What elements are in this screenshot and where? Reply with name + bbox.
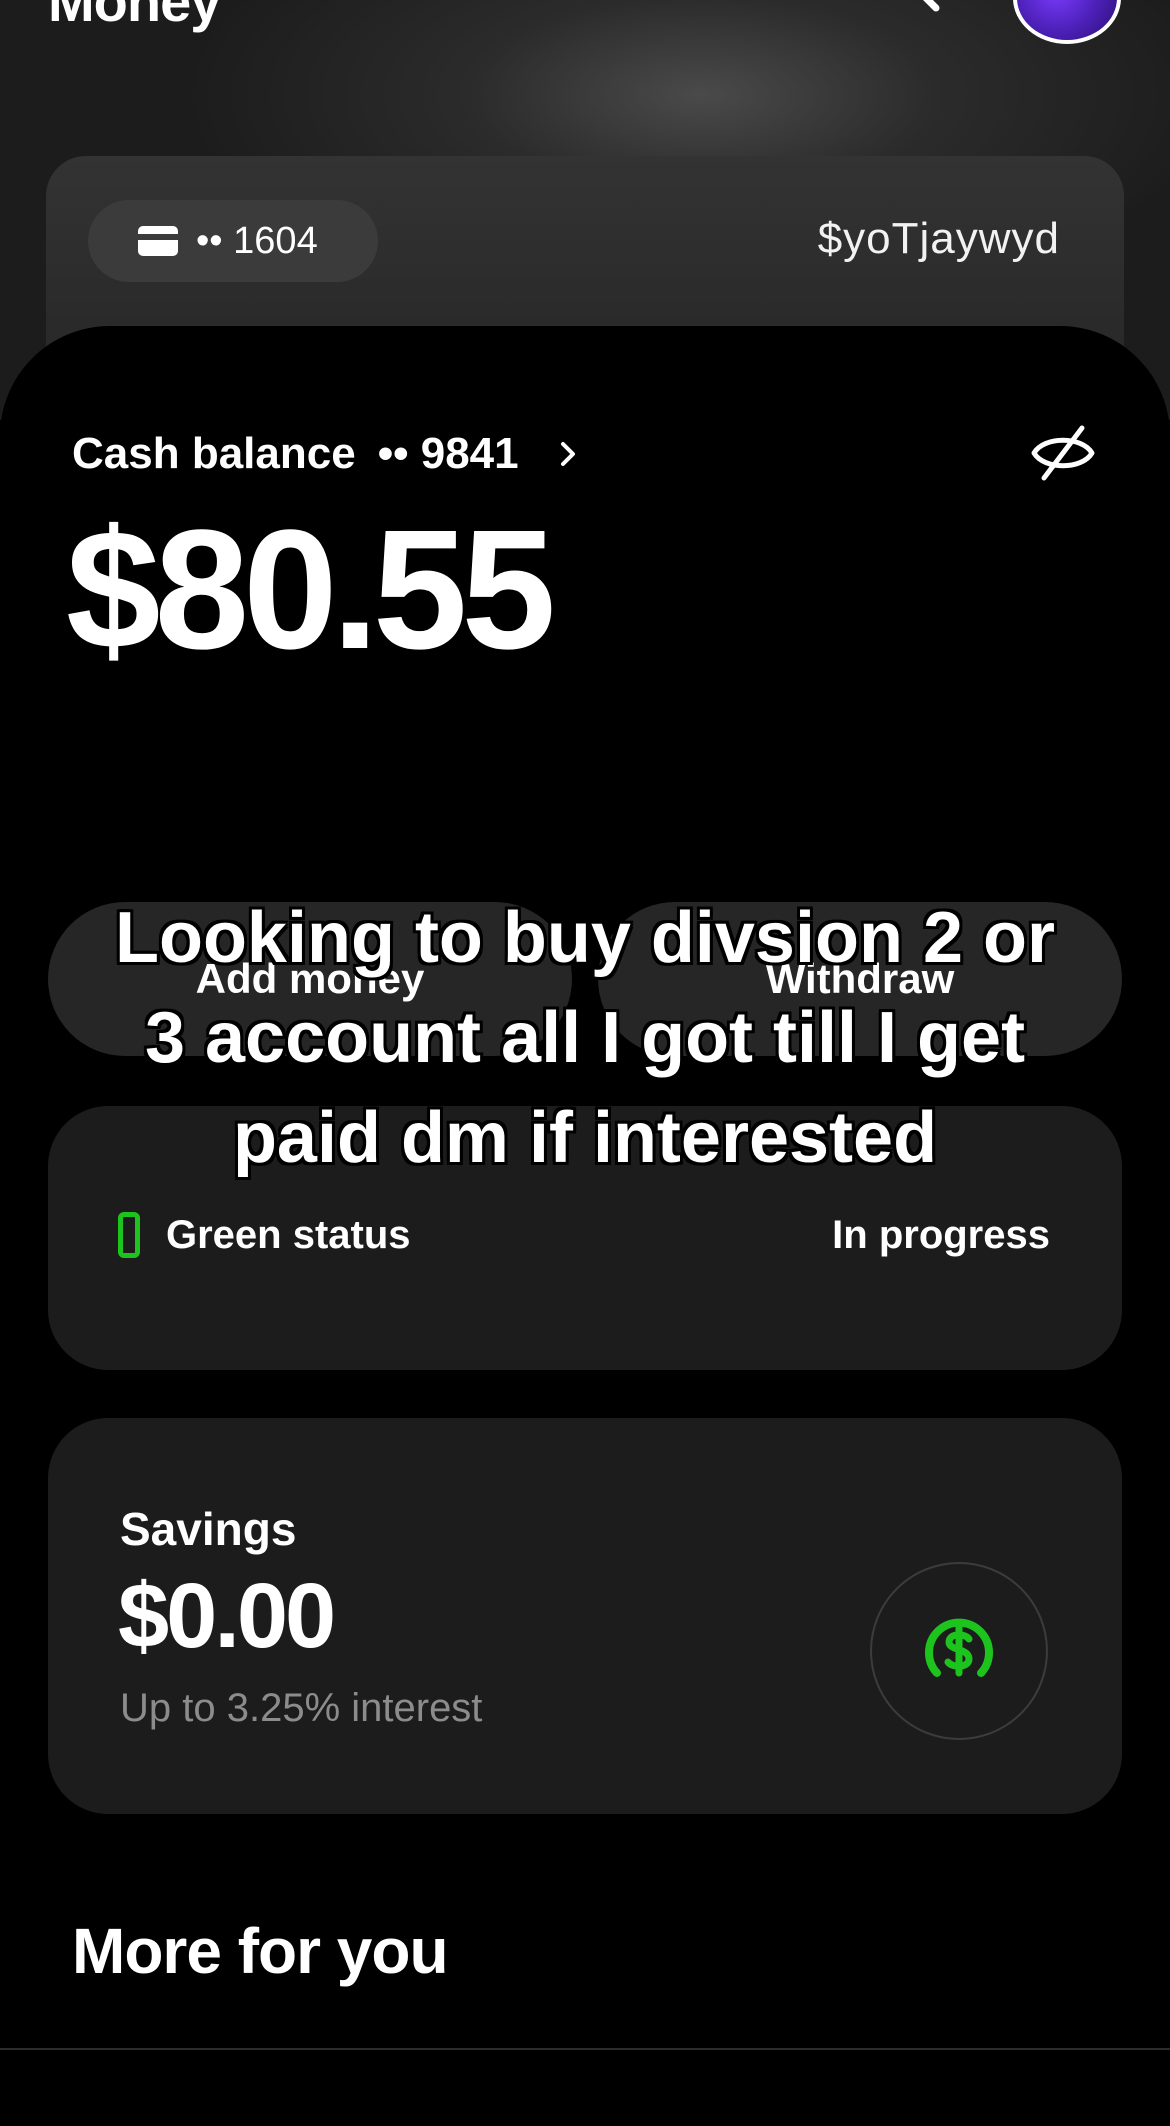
status-row: Green status In progress xyxy=(118,1212,1050,1258)
dollar-circle-icon xyxy=(925,1618,993,1677)
savings-action-button[interactable] xyxy=(870,1562,1048,1740)
cash-balance-link[interactable]: Cash balance •• 9841 xyxy=(72,430,581,478)
status-left: Green status xyxy=(118,1212,411,1258)
overlay-caption: Looking to buy divsion 2 or 3 account al… xyxy=(114,898,1055,1178)
green-status-icon xyxy=(118,1212,140,1258)
more-for-you-heading: More for you xyxy=(72,1915,449,1987)
eye-off-icon[interactable] xyxy=(1030,420,1096,486)
page-title: Money xyxy=(48,0,221,33)
status-value: In progress xyxy=(832,1212,1050,1257)
savings-card[interactable]: Savings $0.00 Up to 3.25% interest xyxy=(48,1418,1122,1814)
savings-interest: Up to 3.25% interest xyxy=(120,1686,483,1730)
divider xyxy=(0,2048,1170,2050)
card-last-digits: •• 1604 xyxy=(196,219,318,262)
cash-account-digits: •• 9841 xyxy=(377,429,519,478)
cash-balance-amount: $80.55 xyxy=(66,495,556,685)
card-icon xyxy=(138,226,178,256)
savings-amount: $0.00 xyxy=(118,1565,336,1667)
cash-balance-label: Cash balance xyxy=(72,429,356,478)
savings-label: Savings xyxy=(120,1503,297,1555)
card-chip[interactable]: •• 1604 xyxy=(88,200,378,282)
status-label: Green status xyxy=(166,1212,411,1257)
search-icon[interactable] xyxy=(884,0,948,26)
chevron-right-icon xyxy=(560,442,575,466)
cashtag[interactable]: $yoTjaywyd xyxy=(818,214,1060,264)
